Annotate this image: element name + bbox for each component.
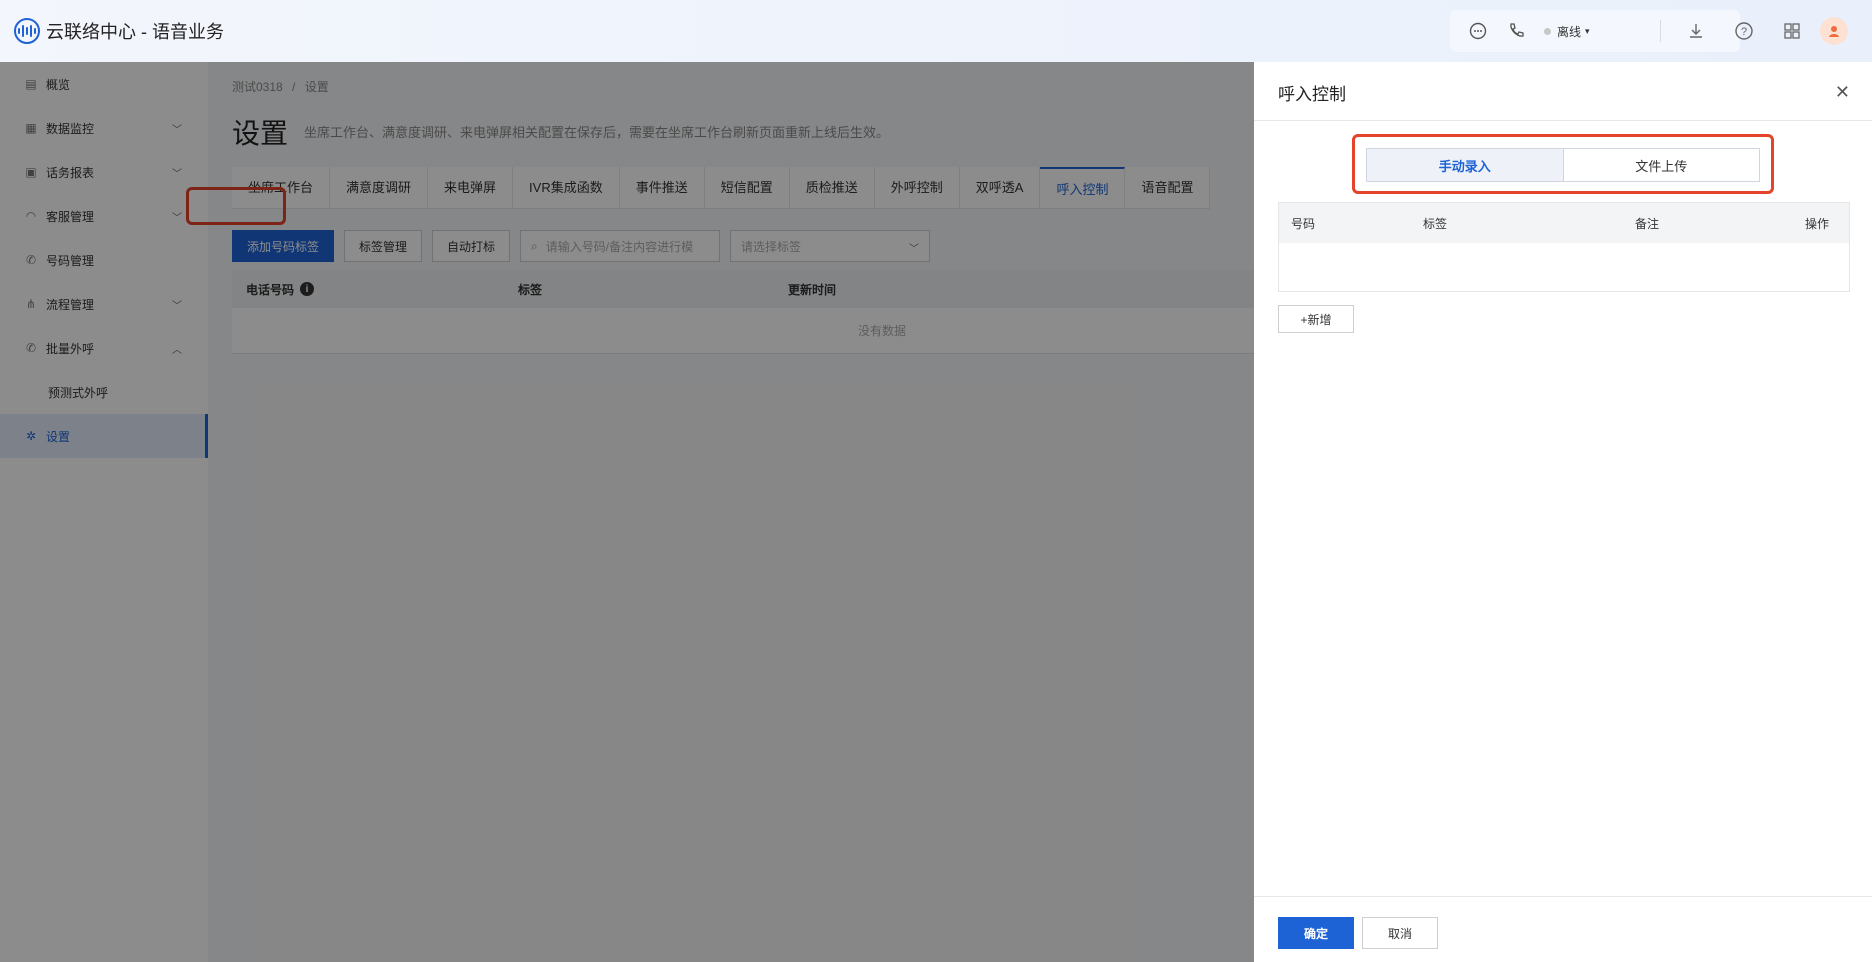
entry-table: 号码 标签 备注 操作	[1278, 202, 1850, 292]
add-row-button[interactable]: +新增	[1278, 305, 1354, 333]
column-header: 备注	[1635, 216, 1660, 231]
app-title: 云联络中心 - 语音业务	[46, 22, 224, 42]
top-bar: 云联络中心 - 语音业务 离线 ▾ ?	[0, 0, 1872, 62]
divider	[1660, 20, 1661, 42]
svg-text:?: ?	[1741, 26, 1747, 38]
drawer-title: 呼入控制	[1278, 85, 1346, 104]
column-header: 标签	[1423, 216, 1448, 231]
avatar[interactable]	[1820, 17, 1848, 45]
download-icon[interactable]	[1685, 20, 1707, 42]
cancel-button[interactable]: 取消	[1362, 917, 1438, 949]
agent-status-dropdown[interactable]: 离线 ▾	[1544, 23, 1590, 40]
column-header: 号码	[1291, 216, 1316, 231]
table-header: 号码 标签 备注 操作	[1279, 203, 1849, 243]
inbound-control-drawer: 呼入控制 ✕ 手动录入 文件上传 号码 标签 备注 操作 +新增 确定 取消	[1254, 62, 1872, 962]
chat-icon[interactable]	[1468, 21, 1488, 41]
phone-icon[interactable]	[1506, 21, 1526, 41]
close-icon[interactable]: ✕	[1835, 82, 1850, 103]
column-header: 操作	[1804, 216, 1829, 231]
drawer-footer: 确定 取消	[1254, 896, 1872, 962]
chevron-down-icon: ▾	[1585, 25, 1590, 36]
brand: 云联络中心 - 语音业务	[14, 18, 224, 44]
overlay-mask[interactable]	[0, 62, 1254, 962]
voice-logo-icon	[14, 18, 40, 44]
status-dot	[1544, 27, 1551, 35]
help-icon[interactable]: ?	[1733, 20, 1755, 42]
confirm-button[interactable]: 确定	[1278, 917, 1354, 949]
highlight-box	[1352, 134, 1774, 194]
status-label: 离线	[1557, 24, 1582, 39]
divider	[1254, 120, 1872, 121]
apps-grid-icon[interactable]	[1781, 20, 1803, 42]
